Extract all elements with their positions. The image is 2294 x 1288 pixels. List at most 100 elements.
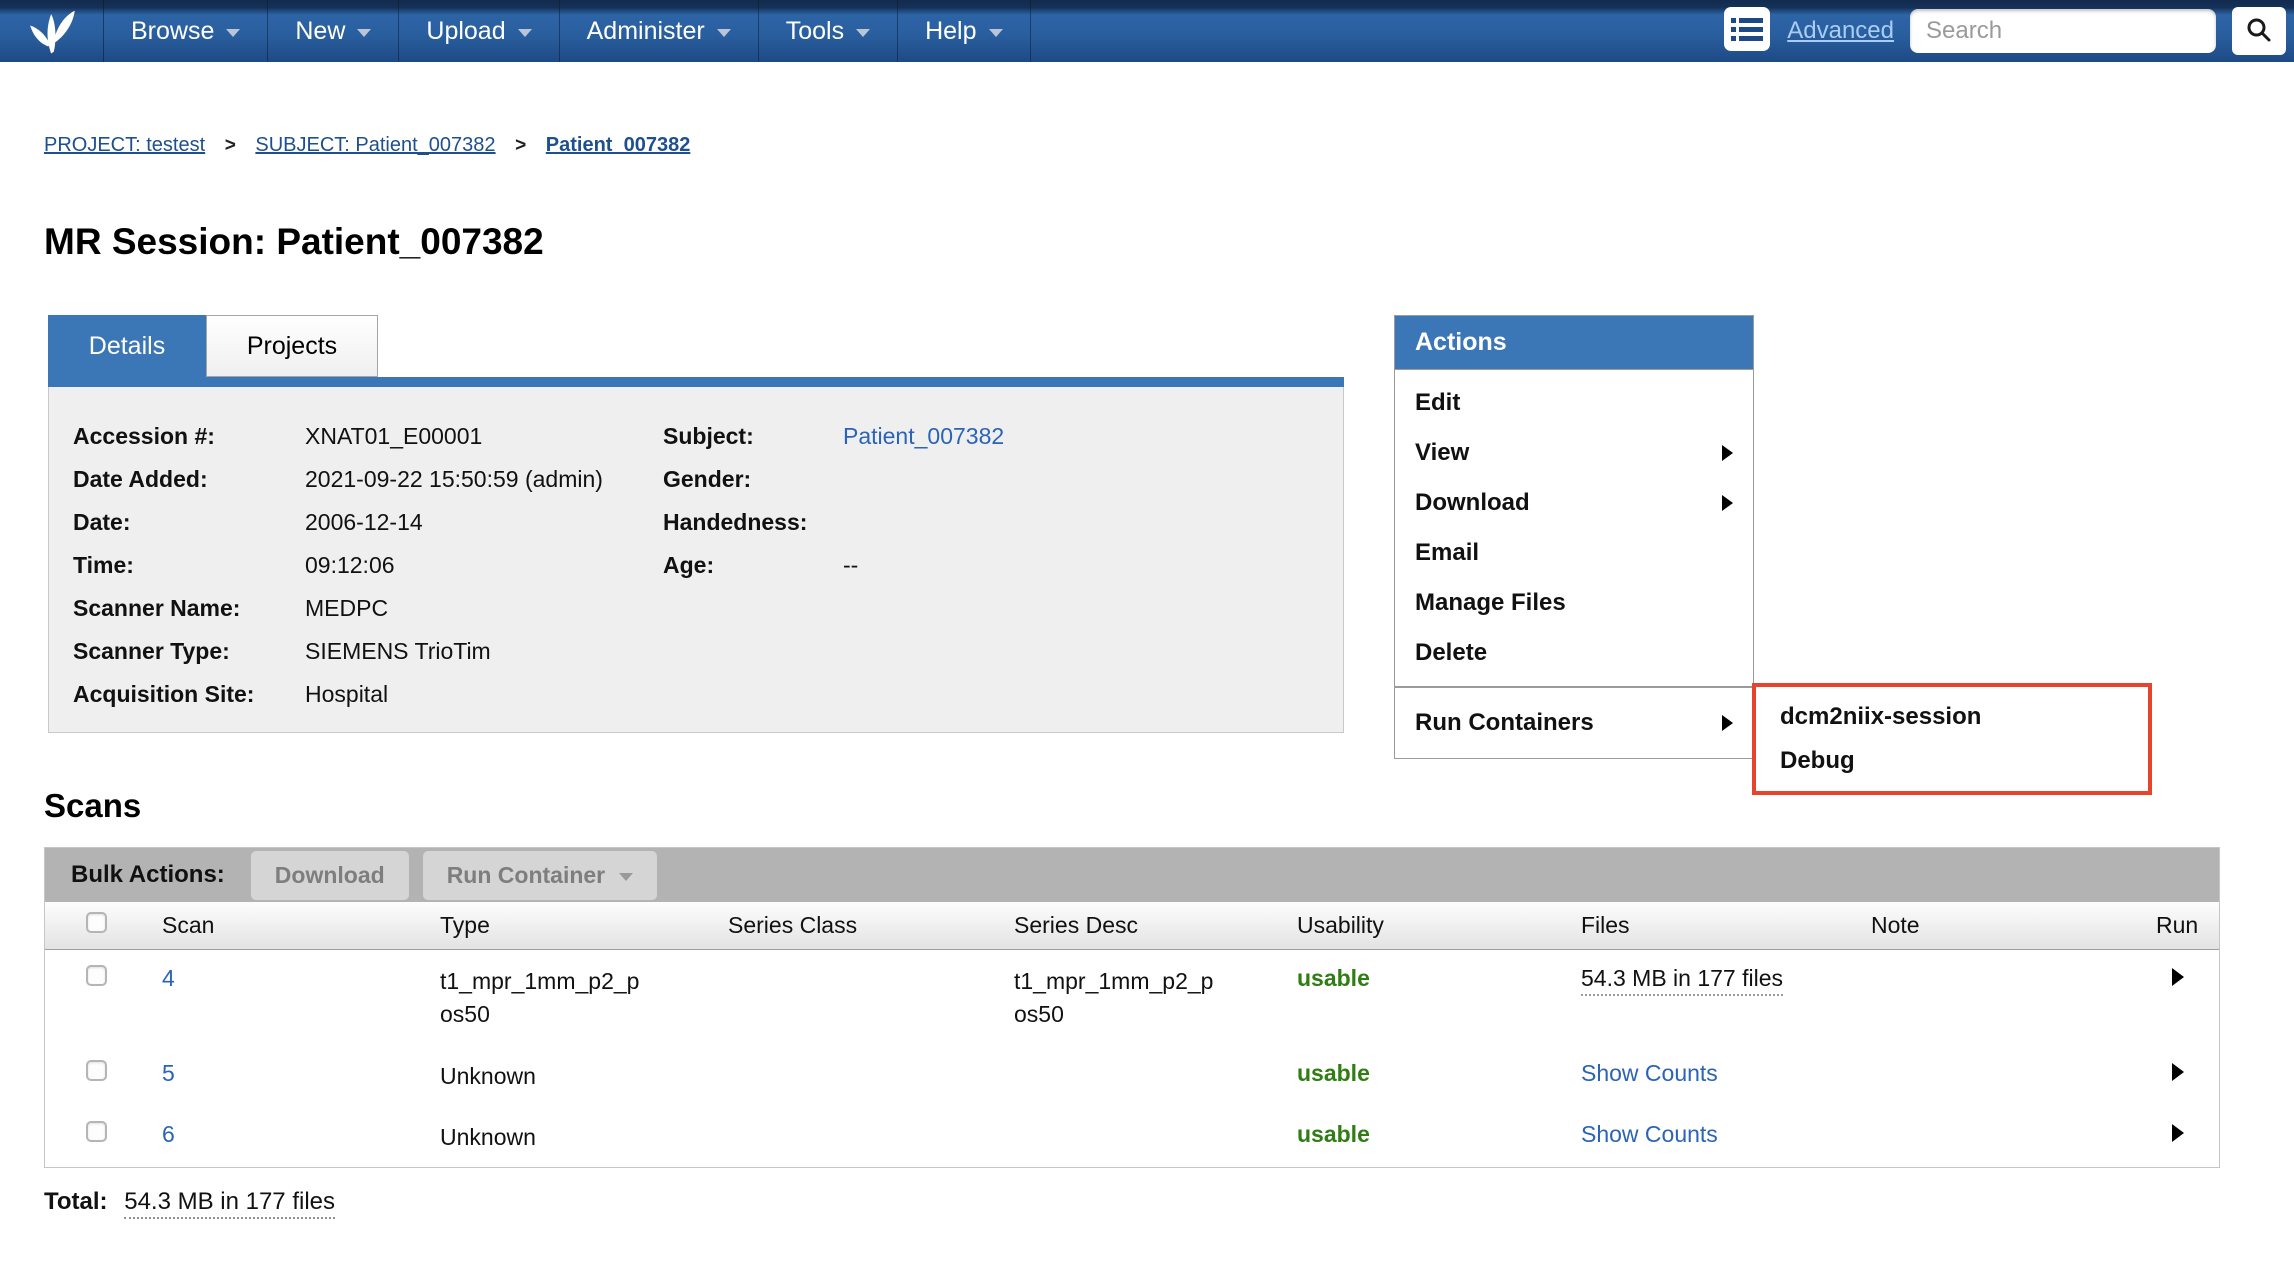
nav-item-browse[interactable]: Browse (104, 0, 268, 62)
top-navbar: Browse New Upload Administer Tools Help (0, 0, 2294, 62)
column-header-note: Note (1871, 912, 2156, 939)
nav-item-new[interactable]: New (268, 0, 399, 62)
field-value: -- (843, 552, 858, 595)
action-item-email[interactable]: Email (1395, 528, 1753, 578)
tab-row: Details Projects (48, 315, 1344, 377)
subject-link[interactable]: Patient_007382 (843, 423, 1004, 466)
scan-link[interactable]: 6 (162, 1121, 440, 1148)
chevron-down-icon (226, 29, 240, 37)
action-label: Delete (1415, 639, 1487, 667)
action-label: Download (1415, 489, 1530, 517)
run-scan-arrow-icon[interactable] (2172, 1124, 2184, 1142)
session-main: Details Projects Accession #: XNAT01_E00… (0, 315, 2294, 733)
scan-link[interactable]: 5 (162, 1060, 440, 1087)
nav-item-label: New (295, 17, 345, 46)
submenu-item-dcm2niix-session[interactable]: dcm2niix-session (1780, 703, 2148, 731)
tabs-block: Details Projects Accession #: XNAT01_E00… (48, 315, 1344, 733)
select-all-checkbox[interactable] (86, 912, 107, 933)
advanced-search-link[interactable]: Advanced (1787, 17, 1894, 45)
scan-series-desc: t1_mpr_1mm_p2_pos50 (1014, 965, 1219, 1032)
action-item-edit[interactable]: Edit (1395, 378, 1753, 428)
xnat-logo[interactable] (0, 0, 104, 62)
search-input[interactable] (1910, 9, 2216, 53)
nav-item-label: Browse (131, 17, 214, 46)
bulk-download-label: Download (275, 862, 385, 889)
scan-checkbox[interactable] (86, 1060, 107, 1081)
total-line: Total: 54.3 MB in 177 files (44, 1188, 2294, 1216)
nav-item-label: Administer (587, 17, 705, 46)
field-value: SIEMENS TrioTim (305, 638, 491, 681)
nav-item-label: Tools (786, 17, 844, 46)
bulk-actions-bar: Bulk Actions: Download Run Container (45, 848, 2219, 902)
field-value: 2006-12-14 (305, 509, 423, 552)
detail-row-date-added: Date Added: 2021-09-22 15:50:59 (admin) (73, 466, 663, 509)
submenu-arrow-icon (1722, 715, 1733, 731)
action-label: Email (1415, 539, 1479, 567)
column-header-scan: Scan (162, 912, 440, 939)
advanced-search-icon[interactable] (1723, 6, 1771, 57)
run-scan-arrow-icon[interactable] (2172, 1063, 2184, 1081)
action-item-download[interactable]: Download (1395, 478, 1753, 528)
action-item-delete[interactable]: Delete (1395, 628, 1753, 678)
field-label: Date: (73, 509, 305, 552)
scan-link[interactable]: 4 (162, 965, 440, 992)
search-button[interactable] (2232, 7, 2286, 55)
scan-type: Unknown (440, 1060, 645, 1093)
scan-files-size: 54.3 MB in 177 files (1581, 965, 1783, 996)
action-label: Manage Files (1415, 589, 1566, 617)
scan-checkbox[interactable] (86, 1121, 107, 1142)
scan-row: 5 Unknown usable Show Counts (45, 1045, 2219, 1106)
nav-item-upload[interactable]: Upload (399, 0, 559, 62)
submenu-item-debug[interactable]: Debug (1780, 747, 2148, 775)
field-value: 09:12:06 (305, 552, 395, 595)
field-value: 2021-09-22 15:50:59 (admin) (305, 466, 603, 509)
breadcrumb-current-link[interactable]: Patient_007382 (546, 134, 691, 156)
action-label: View (1415, 439, 1469, 467)
run-scan-arrow-icon[interactable] (2172, 968, 2184, 986)
breadcrumb-project-link[interactable]: PROJECT: testest (44, 134, 205, 156)
field-label: Acquisition Site: (73, 681, 305, 724)
field-value: XNAT01_E00001 (305, 423, 482, 466)
column-header-type: Type (440, 912, 728, 939)
scan-type: t1_mpr_1mm_p2_pos50 (440, 965, 645, 1032)
detail-row-time: Time: 09:12:06 (73, 552, 663, 595)
usability-badge: usable (1297, 1121, 1581, 1148)
field-value: MEDPC (305, 595, 388, 638)
nav-item-tools[interactable]: Tools (759, 0, 898, 62)
tab-strip (48, 377, 1344, 387)
show-counts-link[interactable]: Show Counts (1581, 1121, 1718, 1147)
column-header-series-desc: Series Desc (1014, 912, 1297, 939)
breadcrumb-separator: > (515, 135, 526, 156)
action-item-run-containers[interactable]: Run Containers (1394, 687, 1754, 759)
scans-header-row: Scan Type Series Class Series Desc Usabi… (45, 902, 2219, 950)
usability-badge: usable (1297, 965, 1581, 992)
field-value: Hospital (305, 681, 388, 724)
xnat-logo-icon (24, 1, 80, 62)
column-header-run: Run (2156, 912, 2219, 939)
nav-item-administer[interactable]: Administer (560, 0, 759, 62)
scan-checkbox[interactable] (86, 965, 107, 986)
bulk-actions-label: Bulk Actions: (71, 861, 225, 889)
total-label: Total: (44, 1188, 108, 1215)
scan-row: 4 t1_mpr_1mm_p2_pos50 t1_mpr_1mm_p2_pos5… (45, 950, 2219, 1045)
chevron-down-icon (357, 29, 371, 37)
nav-item-help[interactable]: Help (898, 0, 1030, 62)
actions-header: Actions (1394, 315, 1754, 369)
bulk-run-container-button[interactable]: Run Container (423, 851, 657, 900)
detail-row-date: Date: 2006-12-14 (73, 509, 663, 552)
action-item-manage-files[interactable]: Manage Files (1395, 578, 1753, 628)
field-label: Date Added: (73, 466, 305, 509)
submenu-arrow-icon (1722, 445, 1733, 461)
page-title: MR Session: Patient_007382 (44, 221, 2294, 263)
field-label: Scanner Name: (73, 595, 305, 638)
breadcrumb-subject-link[interactable]: SUBJECT: Patient_007382 (255, 134, 495, 156)
bulk-download-button[interactable]: Download (251, 851, 409, 900)
scans-table: Bulk Actions: Download Run Container Sca… (44, 847, 2220, 1168)
detail-row-subject: Subject: Patient_007382 (663, 423, 1004, 466)
show-counts-link[interactable]: Show Counts (1581, 1060, 1718, 1086)
action-item-view[interactable]: View (1395, 428, 1753, 478)
nav-menu: Browse New Upload Administer Tools Help (104, 0, 1031, 62)
tab-details[interactable]: Details (48, 315, 206, 377)
detail-row-handedness: Handedness: (663, 509, 1004, 552)
tab-projects[interactable]: Projects (206, 315, 378, 377)
